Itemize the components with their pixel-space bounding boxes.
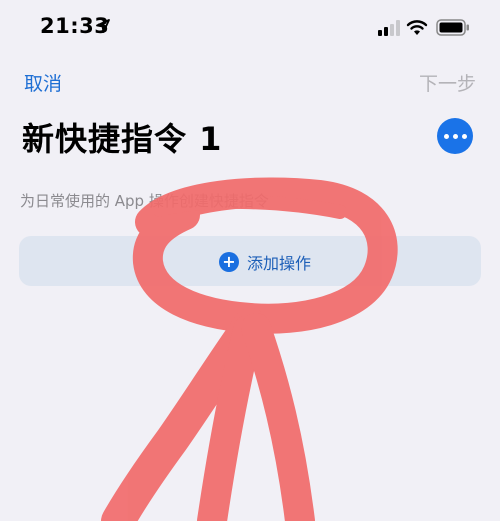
plus-circle-icon: + (219, 252, 239, 272)
status-bar: 21:33 (0, 0, 500, 56)
wifi-icon (406, 20, 428, 35)
more-options-button[interactable] (437, 118, 473, 154)
shortcut-title[interactable]: 新快捷指令 1 (22, 114, 222, 160)
battery-icon (436, 19, 469, 36)
next-step-button[interactable]: 下一步 (419, 69, 476, 96)
shortcut-description: 为日常使用的 App 操作创建快捷指令 (20, 192, 269, 210)
add-action-button[interactable]: + 添加操作 (19, 236, 481, 286)
ellipsis-icon (443, 133, 467, 139)
signal-icon (378, 20, 400, 36)
cancel-button[interactable]: 取消 (24, 69, 62, 96)
add-action-label: 添加操作 (247, 254, 312, 273)
location-arrow-icon (96, 19, 110, 33)
